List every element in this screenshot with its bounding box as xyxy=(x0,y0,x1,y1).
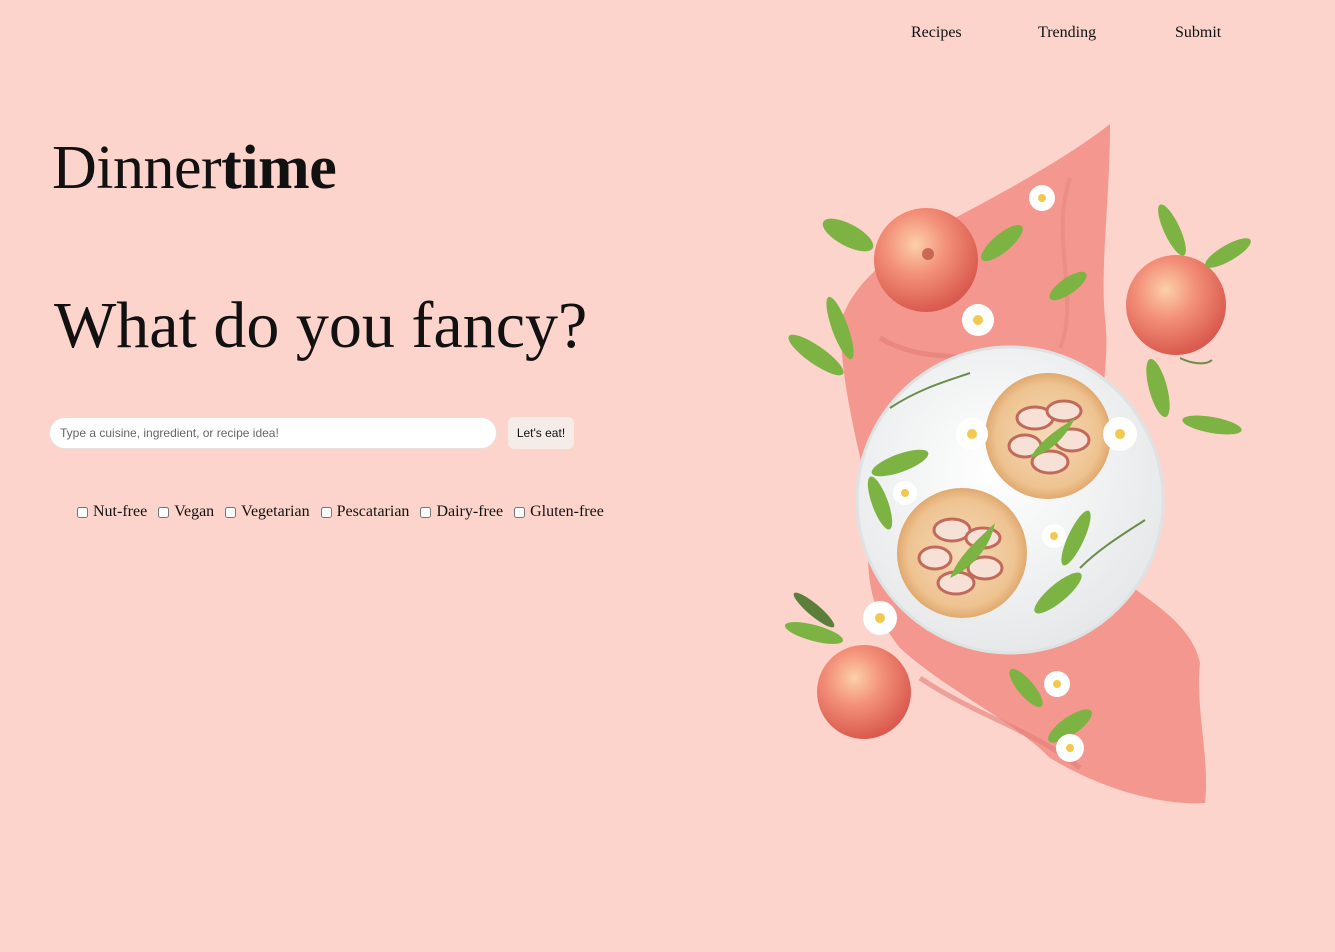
nav-submit-link[interactable]: Submit xyxy=(1175,24,1221,42)
tart-top xyxy=(985,373,1111,499)
filter-dairy-free[interactable]: Dairy-free xyxy=(419,503,503,521)
logo-regular-text: Dinner xyxy=(52,134,222,202)
filter-label: Dairy-free xyxy=(436,503,504,520)
filter-nut-free-checkbox[interactable] xyxy=(77,506,88,518)
lets-eat-button[interactable]: Let's eat! xyxy=(508,417,574,449)
filter-dairy-free-checkbox[interactable] xyxy=(420,506,432,518)
peach-top-left xyxy=(874,208,978,312)
filter-nut-free[interactable]: Nut-free xyxy=(76,503,147,521)
nav-recipes-link[interactable]: Recipes xyxy=(911,24,962,42)
tart-bottom xyxy=(897,488,1027,618)
filter-pescatarian-checkbox[interactable] xyxy=(320,506,332,518)
peach-right xyxy=(1126,255,1226,355)
filter-gluten-free-checkbox[interactable] xyxy=(514,506,526,518)
filter-vegan[interactable]: Vegan xyxy=(157,503,214,521)
filter-label: Pescatarian xyxy=(336,503,410,520)
filter-vegetarian-checkbox[interactable] xyxy=(225,506,237,518)
filter-label: Nut-free xyxy=(93,503,148,520)
dietary-filters: Nut-free Vegan Vegetarian Pescatarian Da… xyxy=(76,503,614,521)
filter-label: Vegan xyxy=(174,503,215,520)
filter-vegan-checkbox[interactable] xyxy=(158,506,170,518)
peach-bottom-left xyxy=(817,645,911,739)
logo-bold-text: time xyxy=(221,134,337,202)
filter-label: Vegetarian xyxy=(241,503,310,520)
top-navigation: Recipes Trending Submit xyxy=(0,24,1335,44)
filter-pescatarian[interactable]: Pescatarian xyxy=(320,503,410,521)
filter-label: Gluten-free xyxy=(530,503,604,520)
filter-gluten-free[interactable]: Gluten-free xyxy=(513,503,604,521)
hero-food-image xyxy=(784,124,1251,804)
site-logo: Dinnertime xyxy=(52,132,337,204)
filter-vegetarian[interactable]: Vegetarian xyxy=(224,503,310,521)
search-input[interactable] xyxy=(49,417,497,449)
nav-trending-link[interactable]: Trending xyxy=(1038,24,1096,42)
page-headline: What do you fancy? xyxy=(54,289,588,362)
